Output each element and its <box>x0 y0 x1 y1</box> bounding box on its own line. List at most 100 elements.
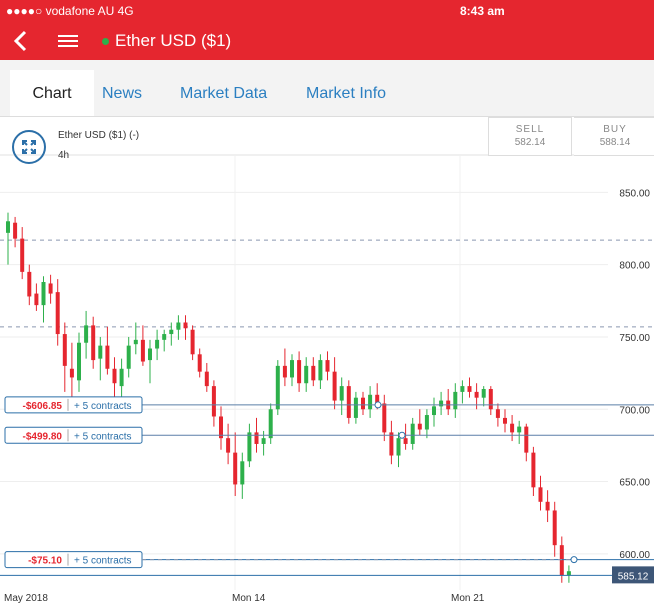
candle-down <box>361 397 365 410</box>
candle-up <box>84 325 89 343</box>
candle-down <box>190 329 195 355</box>
position-anchor <box>570 556 578 564</box>
chart-period: 4h <box>58 150 70 161</box>
candle-down <box>382 403 387 433</box>
candle-down <box>538 487 543 502</box>
current-price-label: 585.12 <box>618 571 649 582</box>
candle-up <box>439 400 444 407</box>
y-tick-label: 700.00 <box>619 405 650 416</box>
candle-up <box>275 365 280 410</box>
position-anchor <box>398 431 406 439</box>
candle-up <box>268 409 273 439</box>
position-contracts: + 5 contracts <box>74 431 132 442</box>
candle-down <box>55 292 60 335</box>
candle-down <box>105 345 110 369</box>
position-anchor <box>374 401 382 409</box>
candle-down <box>226 438 231 453</box>
candle-down <box>495 409 500 418</box>
candle-down <box>474 391 479 398</box>
candle-down <box>91 325 96 361</box>
candle-up <box>432 406 436 416</box>
candle-down <box>197 354 202 372</box>
candle-down <box>346 386 351 418</box>
sell-label: SELL <box>515 124 545 135</box>
sell-price: 582.14 <box>514 137 546 148</box>
candle-down <box>467 386 472 392</box>
candle-down <box>403 438 408 444</box>
instrument-name: Ether USD ($1) (-) <box>58 130 140 141</box>
candle-down <box>531 452 536 488</box>
candle-up <box>133 339 138 345</box>
candle-up <box>410 423 415 444</box>
position-contracts: + 5 contracts <box>74 556 132 567</box>
candle-up <box>41 282 46 306</box>
candle-down <box>282 365 287 378</box>
candle-down <box>524 426 529 453</box>
candle-down <box>34 293 39 306</box>
expand-button[interactable] <box>12 130 46 164</box>
candle-up <box>169 329 174 335</box>
candle-down <box>417 423 422 430</box>
candle-up <box>353 397 358 418</box>
candle-up <box>77 342 81 381</box>
candle-up <box>261 438 266 444</box>
position-pnl: -$75.10 <box>28 556 62 567</box>
candle-down <box>389 432 394 456</box>
y-tick-label: 800.00 <box>619 261 650 272</box>
candle-down <box>311 365 316 381</box>
candle-down <box>233 452 238 485</box>
candle-down <box>140 339 145 362</box>
y-tick-label: 650.00 <box>619 478 650 489</box>
candle-up <box>290 360 294 378</box>
y-tick-label: 750.00 <box>619 333 650 344</box>
candle-up <box>126 345 131 369</box>
candle-up <box>148 348 152 361</box>
buy-label: BUY <box>603 124 627 135</box>
candle-down <box>13 222 18 239</box>
candle-up <box>162 334 167 340</box>
candle-up <box>481 389 486 398</box>
candle-up <box>318 360 323 381</box>
candle-up <box>517 426 522 433</box>
buy-button[interactable]: BUY 588.14 <box>574 117 654 156</box>
candle-down <box>69 368 74 378</box>
candle-up <box>339 386 344 401</box>
candle-down <box>488 389 493 410</box>
candle-down <box>48 283 53 294</box>
candle-up <box>460 386 465 392</box>
candle-down <box>325 360 330 372</box>
x-tick-label: May 2018 <box>4 593 48 604</box>
candle-up <box>98 345 103 359</box>
candle-up <box>304 365 309 384</box>
candle-up <box>368 394 373 410</box>
candle-up <box>119 368 124 387</box>
candle-down <box>510 423 515 433</box>
candle-up <box>176 322 181 330</box>
candle-up <box>240 461 245 485</box>
sell-button[interactable]: SELL 582.14 <box>488 117 572 156</box>
candle-down <box>62 334 67 366</box>
candle-down <box>545 501 550 511</box>
expand-icon <box>22 140 36 154</box>
candle-up <box>396 438 401 456</box>
candle-down <box>559 545 564 576</box>
candle-up <box>424 415 429 430</box>
position-pnl: -$499.80 <box>23 431 63 442</box>
candle-up <box>247 432 252 462</box>
candle-up <box>155 339 160 349</box>
buy-price: 588.14 <box>599 137 631 148</box>
price-chart[interactable]: 850.00800.00750.00700.00650.00600.00-$60… <box>0 0 654 604</box>
candle-down <box>112 368 117 384</box>
y-tick-label: 850.00 <box>619 188 650 199</box>
candle-down <box>552 510 557 546</box>
candle-down <box>297 360 302 384</box>
x-tick-label: Mon 14 <box>232 593 266 604</box>
position-contracts: + 5 contracts <box>74 401 132 412</box>
candle-down <box>183 322 188 329</box>
candle-down <box>27 271 32 297</box>
candle-down <box>503 417 507 424</box>
candle-down <box>211 386 216 417</box>
candle-down <box>254 432 259 444</box>
candle-up <box>453 391 458 410</box>
candle-up <box>6 221 10 233</box>
